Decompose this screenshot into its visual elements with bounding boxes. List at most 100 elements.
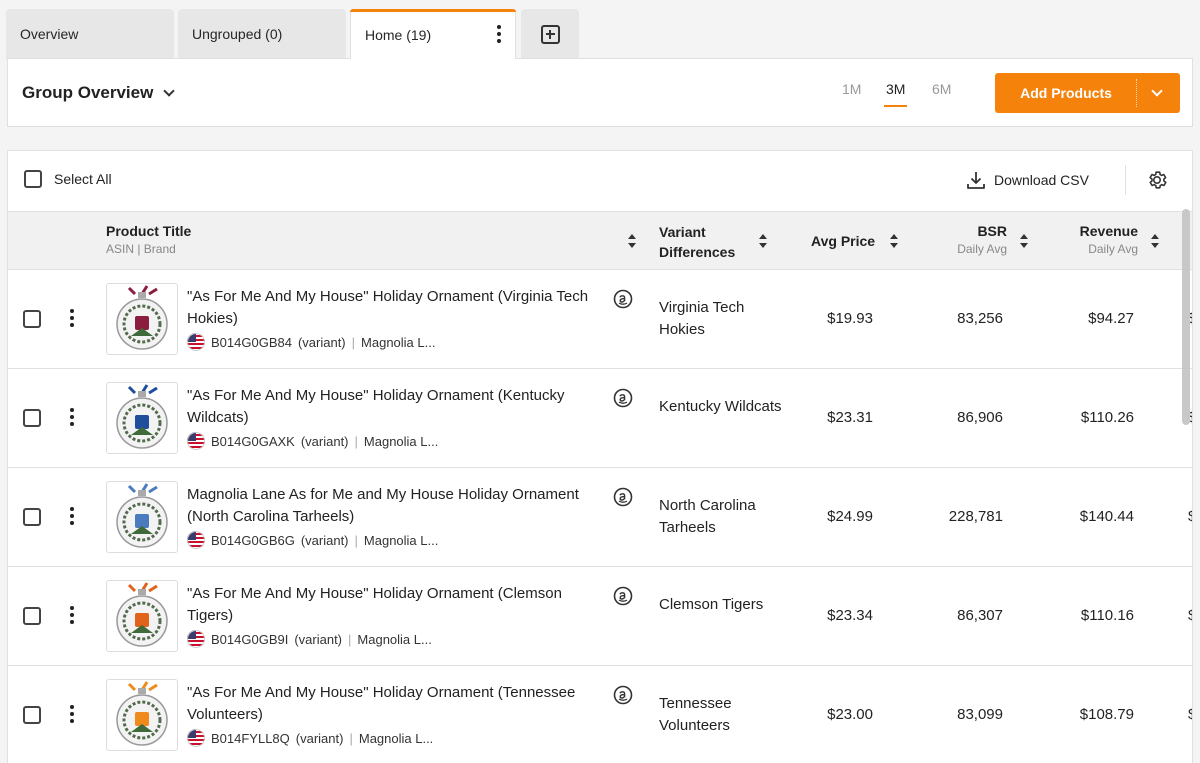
amazon-icon[interactable] — [613, 586, 633, 606]
group-overview-dropdown[interactable]: Group Overview — [22, 83, 175, 103]
table-row[interactable]: "As For Me And My House" Holiday Ornamen… — [8, 270, 1192, 369]
brand[interactable]: Magnolia L... — [357, 632, 431, 647]
variant-difference: Virginia Tech Hokies — [659, 299, 745, 338]
select-all-checkbox[interactable] — [24, 170, 42, 188]
amazon-icon[interactable] — [613, 487, 633, 507]
col-variant[interactable]: Variant Differences — [659, 222, 749, 262]
amazon-icon[interactable] — [613, 388, 633, 408]
download-csv-button[interactable]: Download CSV — [966, 170, 1089, 190]
col-bsr-label: BSR — [977, 223, 1007, 239]
period-1m[interactable]: 1M — [842, 81, 861, 97]
vertical-scrollbar[interactable] — [1182, 209, 1190, 425]
product-title[interactable]: Magnolia Lane As for Me and My House Hol… — [187, 484, 607, 528]
col-revenue[interactable]: Revenue Daily Avg — [1068, 223, 1138, 256]
tab-label: Home (19) — [365, 26, 432, 43]
more-vertical-icon[interactable] — [70, 309, 74, 327]
col-product-sub: ASIN | Brand — [106, 242, 176, 256]
us-flag-icon — [187, 531, 205, 549]
product-title[interactable]: "As For Me And My House" Holiday Ornamen… — [187, 286, 607, 330]
period-6m[interactable]: 6M — [932, 81, 951, 97]
avg-price: $23.00 — [827, 706, 873, 723]
button-divider — [1136, 79, 1137, 107]
brand[interactable]: Magnolia L... — [364, 533, 438, 548]
product-thumbnail[interactable] — [106, 283, 178, 355]
variant-tag: (variant) — [300, 532, 349, 548]
asin[interactable]: B014G0GB6G — [211, 533, 295, 548]
row-checkbox[interactable] — [23, 508, 41, 526]
more-vertical-icon[interactable] — [497, 25, 501, 43]
us-flag-icon — [187, 333, 205, 351]
row-checkbox[interactable] — [23, 409, 41, 427]
toolbar-divider — [1125, 165, 1126, 195]
product-meta: B014G0GAXK (variant) | Magnolia L... — [187, 432, 438, 450]
period-3m[interactable]: 3M — [883, 81, 908, 107]
brand[interactable]: Magnolia L... — [364, 434, 438, 449]
avg-price: $23.31 — [827, 409, 873, 426]
tab-home[interactable]: Home (19) — [350, 9, 516, 59]
add-products-button[interactable]: Add Products — [995, 73, 1180, 113]
add-tab-button[interactable] — [521, 9, 579, 59]
table-row[interactable]: Magnolia Lane As for Me and My House Hol… — [8, 468, 1192, 567]
asin[interactable]: B014G0GAXK — [211, 434, 295, 449]
revenue-value: $94.27 — [1088, 310, 1134, 327]
more-vertical-icon[interactable] — [70, 507, 74, 525]
variant-difference: North Carolina Tarheels — [659, 497, 756, 536]
sort-icon[interactable] — [890, 234, 898, 248]
select-all-label: Select All — [54, 171, 112, 187]
asin[interactable]: B014G0GB84 — [211, 335, 292, 350]
product-thumbnail[interactable] — [106, 481, 178, 553]
brand[interactable]: Magnolia L... — [361, 335, 435, 350]
product-thumbnail[interactable] — [106, 382, 178, 454]
col-revenue-label: Revenue — [1079, 223, 1138, 239]
brand[interactable]: Magnolia L... — [359, 731, 433, 746]
col-bsr[interactable]: BSR Daily Avg — [938, 223, 1007, 256]
amazon-icon[interactable] — [613, 685, 633, 705]
product-title[interactable]: "As For Me And My House" Holiday Ornamen… — [187, 583, 607, 627]
product-meta: B014G0GB9I (variant) | Magnolia L... — [187, 630, 432, 648]
meta-separator: | — [354, 532, 358, 548]
avg-price: $23.34 — [827, 607, 873, 624]
col-avg-price[interactable]: Avg Price — [811, 233, 875, 249]
gear-icon[interactable] — [1146, 169, 1168, 191]
row-checkbox[interactable] — [23, 607, 41, 625]
sort-icon[interactable] — [628, 234, 636, 248]
col-revenue-sub: Daily Avg — [1088, 242, 1138, 256]
meta-separator: | — [348, 631, 352, 647]
tab-ungrouped[interactable]: Ungrouped (0) — [178, 9, 346, 59]
asin[interactable]: B014G0GB9I — [211, 632, 288, 647]
tab-bar: Overview Ungrouped (0) Home (19) — [0, 0, 1200, 59]
product-title[interactable]: "As For Me And My House" Holiday Ornamen… — [187, 682, 607, 726]
amazon-icon[interactable] — [613, 289, 633, 309]
sort-icon[interactable] — [1020, 234, 1028, 248]
avg-price: $24.99 — [827, 508, 873, 525]
table-row[interactable]: "As For Me And My House" Holiday Ornamen… — [8, 369, 1192, 468]
col-product-title[interactable]: Product Title ASIN | Brand — [106, 223, 191, 256]
more-vertical-icon[interactable] — [70, 408, 74, 426]
revenue-value: $108.79 — [1079, 706, 1134, 723]
sort-icon[interactable] — [759, 234, 767, 248]
us-flag-icon — [187, 729, 205, 747]
revenue-value: $110.26 — [1080, 409, 1134, 426]
variant-tag: (variant) — [295, 730, 344, 746]
more-vertical-icon[interactable] — [70, 606, 74, 624]
table-row[interactable]: "As For Me And My House" Holiday Ornamen… — [8, 567, 1192, 666]
chevron-down-icon[interactable] — [1151, 85, 1163, 97]
product-thumbnail[interactable] — [106, 679, 178, 751]
avg-price: $19.93 — [827, 310, 873, 327]
clipped-cell: $ — [1188, 706, 1192, 723]
clipped-cell: $ — [1188, 607, 1192, 624]
meta-separator: | — [351, 334, 356, 350]
product-title[interactable]: "As For Me And My House" Holiday Ornamen… — [187, 385, 607, 429]
tab-overview[interactable]: Overview — [6, 9, 174, 59]
sort-icon[interactable] — [1151, 234, 1159, 248]
group-overview-title: Group Overview — [22, 83, 154, 102]
select-all[interactable]: Select All — [24, 170, 112, 188]
asin[interactable]: B014FYLL8Q — [211, 731, 290, 746]
meta-separator: | — [354, 433, 358, 449]
table-row[interactable]: "As For Me And My House" Holiday Ornamen… — [8, 666, 1192, 763]
product-thumbnail[interactable] — [106, 580, 178, 652]
row-checkbox[interactable] — [23, 706, 41, 724]
add-products-label: Add Products — [1020, 85, 1112, 101]
row-checkbox[interactable] — [23, 310, 41, 328]
more-vertical-icon[interactable] — [70, 705, 74, 723]
